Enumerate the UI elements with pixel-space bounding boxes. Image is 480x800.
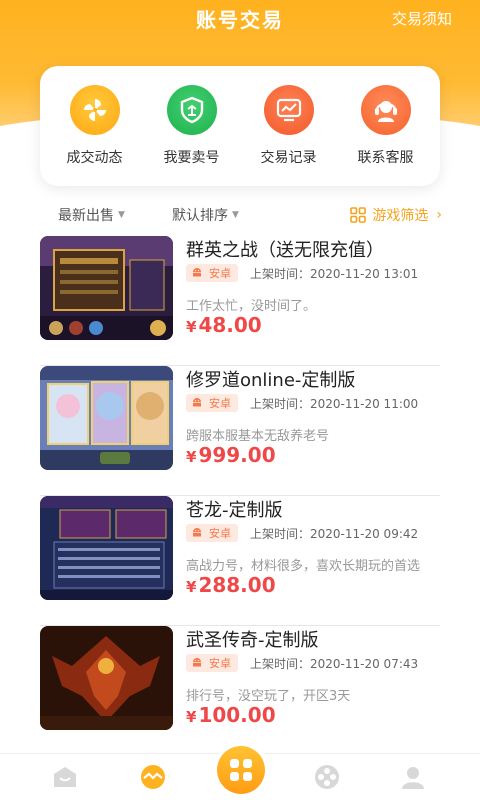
- action-label: 成交动态: [66, 150, 123, 166]
- chevron-right-icon: ›: [436, 207, 442, 223]
- chart-monitor-icon: [263, 85, 314, 135]
- quick-actions-card: 成交动态 我要卖号 交易记录 联系客服: [40, 66, 440, 186]
- filter-bar: 最新出售 ▼ 默认排序 ▼ 游戏筛选 ›: [0, 201, 480, 229]
- price-value: 999.00: [198, 443, 276, 467]
- apps-icon: [217, 746, 265, 794]
- platform-label: 安卓: [209, 527, 231, 540]
- action-label: 我要卖号: [163, 150, 220, 166]
- listing-meta: 安卓 上架时间：2020-11-20 11:00: [186, 394, 418, 412]
- trade-icon[interactable]: [138, 762, 168, 792]
- pinwheel-icon: [69, 85, 120, 135]
- android-icon: [193, 268, 201, 277]
- game-screenshot-thumbnail[interactable]: [40, 496, 173, 600]
- action-contact-support[interactable]: 联系客服: [341, 85, 431, 167]
- listing-row[interactable]: 群英之战（送无限充值） 安卓 上架时间：2020-11-20 13:01 工作太…: [40, 236, 440, 366]
- game-screenshot-thumbnail[interactable]: [40, 366, 173, 470]
- listing-description: 跨服本服基本无敌养老号: [186, 429, 330, 444]
- price-value: 288.00: [198, 573, 276, 597]
- listing-title: 群英之战（送无限充值）: [186, 240, 384, 261]
- listing-price: ¥48.00: [186, 313, 262, 337]
- currency-symbol: ¥: [186, 448, 197, 466]
- listed-time: 上架时间：2020-11-20 13:01: [250, 266, 419, 281]
- home-icon[interactable]: [50, 762, 80, 792]
- listing-price: ¥999.00: [186, 443, 276, 467]
- platform-badge: 安卓: [186, 524, 238, 542]
- trade-notice-link[interactable]: 交易须知: [392, 8, 452, 29]
- price-value: 100.00: [198, 703, 276, 727]
- listing-row[interactable]: 武圣传奇-定制版 安卓 上架时间：2020-11-20 07:43 排行号，没空…: [40, 626, 440, 756]
- listed-time: 上架时间：2020-11-20 07:43: [250, 656, 419, 671]
- action-trade-feed[interactable]: 成交动态: [50, 85, 140, 167]
- android-icon: [193, 528, 201, 537]
- currency-symbol: ¥: [186, 318, 197, 336]
- platform-label: 安卓: [209, 397, 231, 410]
- listing-list: 群英之战（送无限充值） 安卓 上架时间：2020-11-20 13:01 工作太…: [40, 236, 440, 756]
- game-screenshot-thumbnail[interactable]: [40, 236, 173, 340]
- user-icon[interactable]: [398, 762, 428, 792]
- listing-title: 修罗道online-定制版: [186, 370, 356, 391]
- top-bar: 账号交易 交易须知: [0, 0, 480, 36]
- listing-description: 工作太忙，没时间了。: [186, 299, 317, 314]
- action-sell-account[interactable]: 我要卖号: [147, 85, 237, 167]
- filter-latest-dropdown[interactable]: 最新出售 ▼: [58, 205, 125, 225]
- listed-time: 上架时间：2020-11-20 09:42: [250, 526, 419, 541]
- action-label: 联系客服: [357, 150, 414, 166]
- listing-row[interactable]: 苍龙-定制版 安卓 上架时间：2020-11-20 09:42 高战力号，材料很…: [40, 496, 440, 626]
- game-screenshot-thumbnail[interactable]: [40, 626, 173, 730]
- listing-price: ¥288.00: [186, 573, 276, 597]
- listing-row[interactable]: 修罗道online-定制版 安卓 上架时间：2020-11-20 11:00 跨…: [40, 366, 440, 496]
- chevron-down-icon: ▼: [118, 210, 125, 220]
- platform-badge: 安卓: [186, 654, 238, 672]
- grid-icon: [350, 207, 367, 223]
- listing-meta: 安卓 上架时间：2020-11-20 13:01: [186, 264, 418, 282]
- filter-latest-label: 最新出售: [58, 208, 114, 224]
- filter-sort-label: 默认排序: [172, 208, 228, 224]
- filter-sort-dropdown[interactable]: 默认排序 ▼: [172, 205, 239, 225]
- listed-time: 上架时间：2020-11-20 11:00: [250, 396, 419, 411]
- platform-badge: 安卓: [186, 394, 238, 412]
- listing-description: 高战力号，材料很多，喜欢长期玩的首选: [186, 559, 421, 574]
- listing-meta: 安卓 上架时间：2020-11-20 09:42: [186, 524, 418, 542]
- listing-meta: 安卓 上架时间：2020-11-20 07:43: [186, 654, 418, 672]
- android-icon: [193, 398, 201, 407]
- apps-button[interactable]: [213, 742, 269, 798]
- listing-title: 苍龙-定制版: [186, 500, 283, 521]
- game-filter-button[interactable]: 游戏筛选 ›: [350, 205, 442, 225]
- android-icon: [193, 658, 201, 667]
- listing-title: 武圣传奇-定制版: [186, 630, 319, 651]
- shield-icon: [166, 85, 217, 135]
- platform-label: 安卓: [209, 657, 231, 670]
- currency-symbol: ¥: [186, 708, 197, 726]
- headset-icon: [360, 85, 411, 135]
- film-reel-icon[interactable]: [312, 762, 342, 792]
- action-label: 交易记录: [260, 150, 317, 166]
- currency-symbol: ¥: [186, 578, 197, 596]
- game-filter-label: 游戏筛选: [372, 208, 429, 224]
- chevron-down-icon: ▼: [232, 210, 239, 220]
- action-trade-records[interactable]: 交易记录: [244, 85, 334, 167]
- listing-price: ¥100.00: [186, 703, 276, 727]
- listing-description: 排行号，没空玩了，开区3天: [186, 689, 351, 704]
- platform-label: 安卓: [209, 267, 231, 280]
- platform-badge: 安卓: [186, 264, 238, 282]
- price-value: 48.00: [198, 313, 262, 337]
